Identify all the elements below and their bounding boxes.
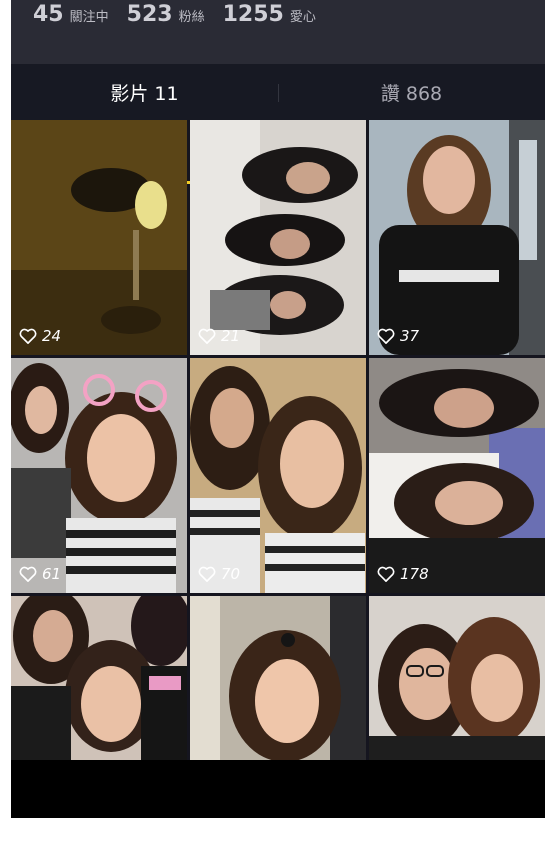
- like-count: 70: [198, 565, 240, 583]
- video-thumbnail[interactable]: [369, 596, 545, 760]
- heart-icon: [19, 328, 37, 344]
- like-count-value: 24: [42, 327, 62, 345]
- like-count: 37: [377, 327, 419, 345]
- heart-icon: [198, 566, 216, 582]
- video-thumbnail-image: [190, 358, 366, 593]
- video-thumbnail-image: [369, 596, 545, 760]
- following-label[interactable]: 關注中: [70, 6, 109, 25]
- tab-liked[interactable]: 讚 868: [278, 64, 545, 120]
- video-thumbnail-image: [369, 358, 545, 593]
- profile-screen: 45 關注中 523 粉絲 1255 愛心 影片 11 讚 868 24 21 …: [11, 0, 545, 818]
- like-count: 21: [198, 327, 240, 345]
- like-count: 24: [19, 327, 61, 345]
- like-count: 61: [19, 565, 61, 583]
- video-thumbnail[interactable]: 24: [11, 120, 187, 355]
- video-thumbnail[interactable]: [11, 596, 187, 760]
- heart-icon: [19, 566, 37, 582]
- video-thumbnail-image: [190, 120, 366, 355]
- heart-icon: [377, 566, 395, 582]
- like-count-value: 21: [221, 327, 241, 345]
- video-thumbnail[interactable]: 21: [190, 120, 366, 355]
- likes-count: 1255: [222, 2, 284, 27]
- video-thumbnail-image: [190, 596, 366, 760]
- video-thumbnail[interactable]: 61: [11, 358, 187, 593]
- likes-label: 愛心: [289, 10, 316, 25]
- video-thumbnail[interactable]: 70: [190, 358, 366, 593]
- like-count-value: 70: [221, 565, 241, 583]
- tab-videos[interactable]: 影片 11: [11, 64, 278, 120]
- video-thumbnail[interactable]: 37: [369, 120, 545, 355]
- like-count-value: 178: [400, 565, 429, 583]
- followers-count[interactable]: 523: [127, 2, 173, 27]
- profile-stats-bar: 45 關注中 523 粉絲 1255 愛心: [11, 0, 545, 64]
- like-count-value: 37: [400, 327, 420, 345]
- video-thumbnail-image: [11, 358, 187, 593]
- video-thumbnail-image: [369, 120, 545, 355]
- bottom-bar: [11, 760, 545, 818]
- heart-icon: [198, 328, 216, 344]
- heart-icon: [377, 328, 395, 344]
- profile-tabs: 影片 11 讚 868: [11, 64, 545, 184]
- like-count-value: 61: [42, 565, 62, 583]
- following-count[interactable]: 45: [33, 2, 64, 27]
- followers-label[interactable]: 粉絲: [179, 6, 205, 25]
- video-thumbnail[interactable]: 178: [369, 358, 545, 593]
- video-thumbnail-image: [11, 120, 187, 355]
- video-thumbnail-image: [11, 596, 187, 760]
- video-thumbnail[interactable]: [190, 596, 366, 760]
- like-count: 178: [377, 565, 429, 583]
